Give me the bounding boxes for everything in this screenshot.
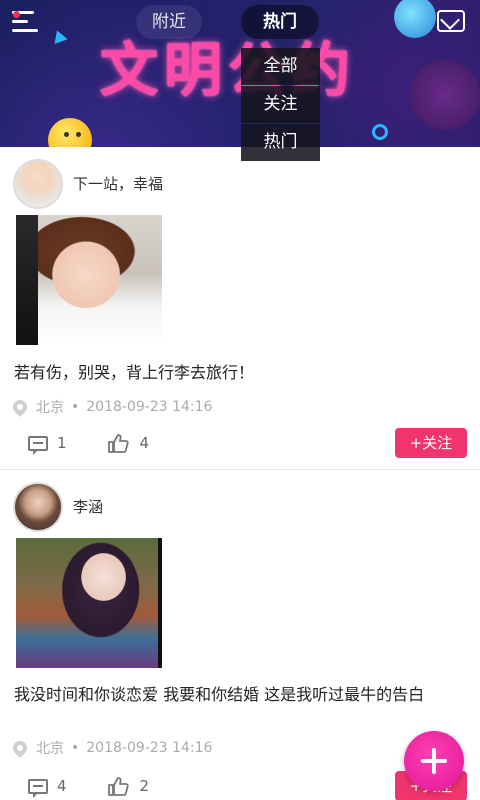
- header-banner: 文明公约 附近 热门: [0, 0, 480, 147]
- location-pin-icon: [10, 738, 30, 758]
- location: 北京: [36, 400, 64, 416]
- dropdown-option-all[interactable]: 全部: [241, 48, 320, 85]
- thumbs-up-icon[interactable]: [107, 433, 129, 453]
- meta-separator: •: [71, 399, 80, 415]
- avatar[interactable]: [13, 482, 63, 532]
- avatar[interactable]: [13, 159, 63, 209]
- post-card: 下一站，幸福 若有伤，别哭，背上行李去旅行！ 北京 • 2018-09-23 1…: [0, 147, 480, 469]
- comment-count: 1: [57, 434, 67, 452]
- mail-icon[interactable]: [437, 10, 465, 32]
- post-photo[interactable]: [16, 538, 162, 668]
- comment-icon[interactable]: [28, 435, 48, 455]
- dropdown-option-following[interactable]: 关注: [241, 86, 320, 123]
- timestamp: 2018-09-23 14:16: [86, 740, 213, 756]
- post-text: 若有伤，别哭，背上行李去旅行！: [14, 363, 255, 382]
- tab-nearby[interactable]: 附近: [136, 5, 202, 39]
- smiley-ball-decoration: [48, 118, 92, 147]
- like-count: 4: [139, 434, 150, 452]
- post-text: 我没时间和你谈恋爱 我要和你结婚 这是我听过最牛的告白: [14, 685, 425, 704]
- meta-separator: •: [71, 740, 80, 756]
- dropdown-option-hot[interactable]: 热门: [241, 124, 320, 161]
- plus-icon[interactable]: [404, 731, 464, 791]
- planet-decoration: [410, 60, 480, 130]
- triangle-decoration: [50, 27, 68, 45]
- post-photo[interactable]: [16, 215, 162, 345]
- post-actions: 4 2: [28, 774, 149, 798]
- location: 北京: [36, 741, 64, 757]
- filter-dropdown: 全部 关注 热门: [241, 48, 320, 162]
- post-actions: 1 4: [28, 431, 149, 455]
- tab-hot[interactable]: 热门: [241, 5, 319, 39]
- follow-button[interactable]: +关注: [395, 428, 467, 458]
- post-meta: 北京 • 2018-09-23 14:16: [10, 738, 213, 758]
- timestamp: 2018-09-23 14:16: [86, 399, 213, 415]
- comment-count: 4: [57, 777, 67, 795]
- ball-decoration: [394, 0, 436, 38]
- location-pin-icon: [10, 397, 30, 417]
- thumbs-up-icon[interactable]: [107, 776, 129, 796]
- app-root: 文明公约 附近 热门 下一站，幸福 若有伤，别哭，背上行李去旅行！ 北京 • 2…: [0, 0, 480, 800]
- ring-decoration: [372, 124, 388, 140]
- username[interactable]: 李涵: [73, 496, 103, 517]
- like-count: 2: [139, 777, 150, 795]
- notification-dot: [13, 11, 20, 18]
- post-meta: 北京 • 2018-09-23 14:16: [10, 397, 213, 417]
- comment-icon[interactable]: [28, 778, 48, 798]
- username[interactable]: 下一站，幸福: [73, 173, 163, 194]
